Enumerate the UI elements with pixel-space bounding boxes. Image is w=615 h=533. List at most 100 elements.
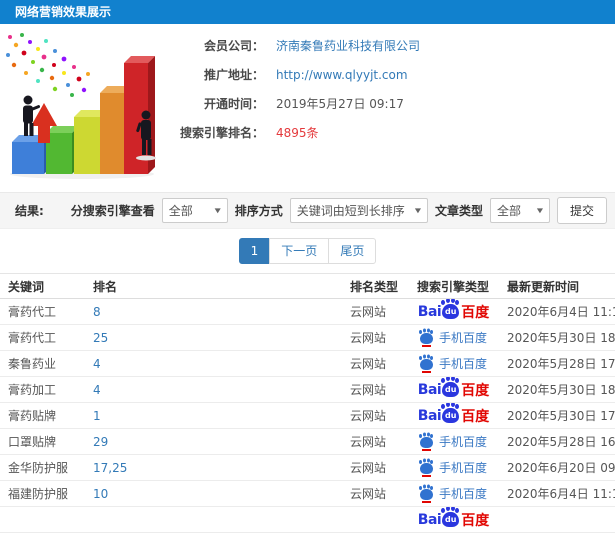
rank-link[interactable]: 25 xyxy=(93,331,108,345)
keyword-cell: 膏药代工 xyxy=(0,298,85,325)
opened-time-row: 开通时间： 2019年5月27日 09:17 xyxy=(168,89,420,118)
rank-link[interactable]: 17,25 xyxy=(93,461,127,475)
mobile-baidu-paw-icon xyxy=(418,356,433,373)
engine-cell: 手机百度 xyxy=(409,480,499,507)
baidu-logo-bai: Bai xyxy=(417,381,442,398)
engine-cell: Bai du 百度 xyxy=(409,402,499,429)
update-time-cell: 2020年5月30日 18:06 xyxy=(499,324,615,351)
page-title: 网络营销效果展示 xyxy=(15,5,112,19)
rank-link[interactable]: 10 xyxy=(93,487,108,501)
engine-view-select[interactable]: 全部 ▼ xyxy=(161,198,228,223)
table-row: 膏药代工 8 云网站 Baidu百度 2020年6月4日 11:15 xyxy=(0,298,615,325)
update-time-cell: 2020年6月4日 11:10 xyxy=(499,480,615,507)
baidu-paw-icon: du xyxy=(441,300,460,319)
chevron-down-icon: ▼ xyxy=(214,206,221,215)
mobile-baidu-paw-icon xyxy=(418,486,433,503)
engine-cell: 手机百度 xyxy=(409,324,499,351)
article-type-selected: 全部 xyxy=(496,204,521,218)
mobile-baidu-paw-icon xyxy=(418,434,433,451)
sort-selected: 关键词由短到长排序 xyxy=(296,204,405,218)
rank-cell: 4 xyxy=(85,350,342,377)
table-row: 膏药代工 25 云网站 手机百度 2020年5月30日 18:06 xyxy=(0,324,615,351)
pagination: 1 下一页 尾页 xyxy=(0,229,615,273)
mobile-baidu-paw-icon xyxy=(418,330,433,347)
baidu-logo: Bai du 百度 xyxy=(418,300,489,322)
update-time-cell: 2020年5月30日 18:03 xyxy=(499,376,615,403)
opened-time-label: 开通时间： xyxy=(203,97,264,111)
keyword-cell: 膏药贴牌 xyxy=(0,402,85,429)
rank-type-cell: 云网站 xyxy=(342,402,409,429)
last-page-button[interactable]: 尾页 xyxy=(328,238,377,264)
rank-type-cell: 云网站 xyxy=(342,480,409,507)
rank-cell: 10 xyxy=(85,480,342,507)
opened-time-value: 2019年5月27日 09:17 xyxy=(276,97,404,111)
rank-type-cell: 云网站 xyxy=(342,454,409,481)
baidu-paw-icon: du xyxy=(441,378,460,397)
mobile-baidu-label: 手机百度 xyxy=(438,331,487,345)
rank-cell: 8 xyxy=(85,298,342,325)
next-page-button[interactable]: 下一页 xyxy=(269,238,330,264)
rank-link[interactable]: 4 xyxy=(93,383,101,397)
submit-button[interactable]: 提交 xyxy=(556,197,607,224)
rank-cell: 1 xyxy=(85,402,342,429)
sort-select[interactable]: 关键词由短到长排序 ▼ xyxy=(289,198,428,223)
mobile-baidu-label: 手机百度 xyxy=(438,435,487,449)
baidu-logo: Bai du 百度 xyxy=(417,404,490,426)
table-row: 秦鲁药业 4 云网站 手机百度 2020年5月28日 17:02 xyxy=(0,350,615,377)
header-update-time: 最新更新时间 xyxy=(499,273,615,299)
mobile-baidu-label: 手机百度 xyxy=(438,487,487,501)
rank-type-cell: 云网站 xyxy=(342,428,409,455)
rank-link[interactable]: 1 xyxy=(93,409,101,423)
rank-link[interactable]: 8 xyxy=(93,305,101,319)
rank-count-label: 搜索引擎排名： xyxy=(179,126,264,140)
account-summary-panel: 会员公司： 济南秦鲁药业科技有限公司 推广地址： http://www.qlyy… xyxy=(0,24,615,192)
result-label: 结果: xyxy=(15,204,44,218)
baidu-logo-cn: 百度 xyxy=(461,408,490,425)
header-rank: 排名 xyxy=(85,273,342,299)
header-rank-type: 排名类型 xyxy=(342,273,409,299)
table-row: 金华防护服 17,25 云网站 手机百度 2020年6月20日 09:25 xyxy=(0,454,615,481)
baidu-logo: Bai du 百度 xyxy=(417,378,490,400)
rank-count-value: 4895条 xyxy=(276,126,319,140)
article-type-select[interactable]: 全部 ▼ xyxy=(489,198,550,223)
mobile-baidu-logo: 手机百度 xyxy=(418,433,487,451)
mobile-baidu-logo: 手机百度 xyxy=(418,485,487,503)
rank-link[interactable]: 29 xyxy=(93,435,108,449)
rank-count-row: 搜索引擎排名： 4895条 xyxy=(168,118,420,147)
promo-url-label: 推广地址： xyxy=(203,68,264,82)
promo-url-link[interactable]: http://www.qlyyjt.com xyxy=(276,68,408,82)
company-label: 会员公司： xyxy=(203,39,264,53)
rank-cell: 4 xyxy=(85,376,342,403)
company-link[interactable]: 济南秦鲁药业科技有限公司 xyxy=(276,37,420,54)
company-row: 会员公司： 济南秦鲁药业科技有限公司 xyxy=(168,31,420,60)
mobile-baidu-paw-icon xyxy=(418,460,433,477)
baidu-paw-icon: du xyxy=(441,404,460,423)
rank-type-cell: 云网站 xyxy=(342,376,409,403)
baidu-logo-bai: Bai xyxy=(417,407,442,424)
chevron-down-icon: ▼ xyxy=(414,206,421,215)
rank-type-cell: 云网站 xyxy=(342,324,409,351)
update-time-cell: 2020年5月30日 17:58 xyxy=(499,402,615,429)
update-time-cell: 2020年6月4日 11:15 xyxy=(499,298,615,325)
mobile-baidu-logo: 手机百度 xyxy=(418,329,487,347)
mobile-baidu-label: 手机百度 xyxy=(438,357,487,371)
rank-cell: 25 xyxy=(85,324,342,351)
keyword-cell: 福建防护服 xyxy=(0,480,85,507)
page-button-1[interactable]: 1 xyxy=(238,238,271,264)
update-time-cell: 2020年5月28日 17:02 xyxy=(499,350,615,377)
results-table-body: 膏药代工 8 云网站 Baidu百度 2020年6月4日 11:15 膏药代工 … xyxy=(0,298,615,533)
filter-controls: 分搜索引擎查看 全部 ▼ 排序方式 关键词由短到长排序 ▼ 文章类型 全部 ▼ … xyxy=(71,197,607,224)
table-row: 膏药贴牌 1 云网站 Baidu百度 2020年5月30日 17:58 xyxy=(0,402,615,429)
chevron-down-icon: ▼ xyxy=(536,206,543,215)
engine-view-label: 分搜索引擎查看 xyxy=(70,204,155,218)
keyword-cell: 秦鲁药业 xyxy=(0,350,85,377)
account-info-list: 会员公司： 济南秦鲁药业科技有限公司 推广地址： http://www.qlyy… xyxy=(168,31,420,147)
keyword-cell: 口罩贴牌 xyxy=(0,428,85,455)
rank-link[interactable]: 4 xyxy=(93,357,101,371)
header-keyword: 关键词 xyxy=(0,273,85,299)
baidu-logo-cn: 百度 xyxy=(461,382,490,399)
rank-type-cell: 云网站 xyxy=(342,298,409,325)
confetti-dots xyxy=(6,33,90,97)
engine-cell: Bai du 百度 xyxy=(409,298,499,325)
table-row: 口罩贴牌 29 云网站 手机百度 2020年5月28日 16:55 xyxy=(0,428,615,455)
